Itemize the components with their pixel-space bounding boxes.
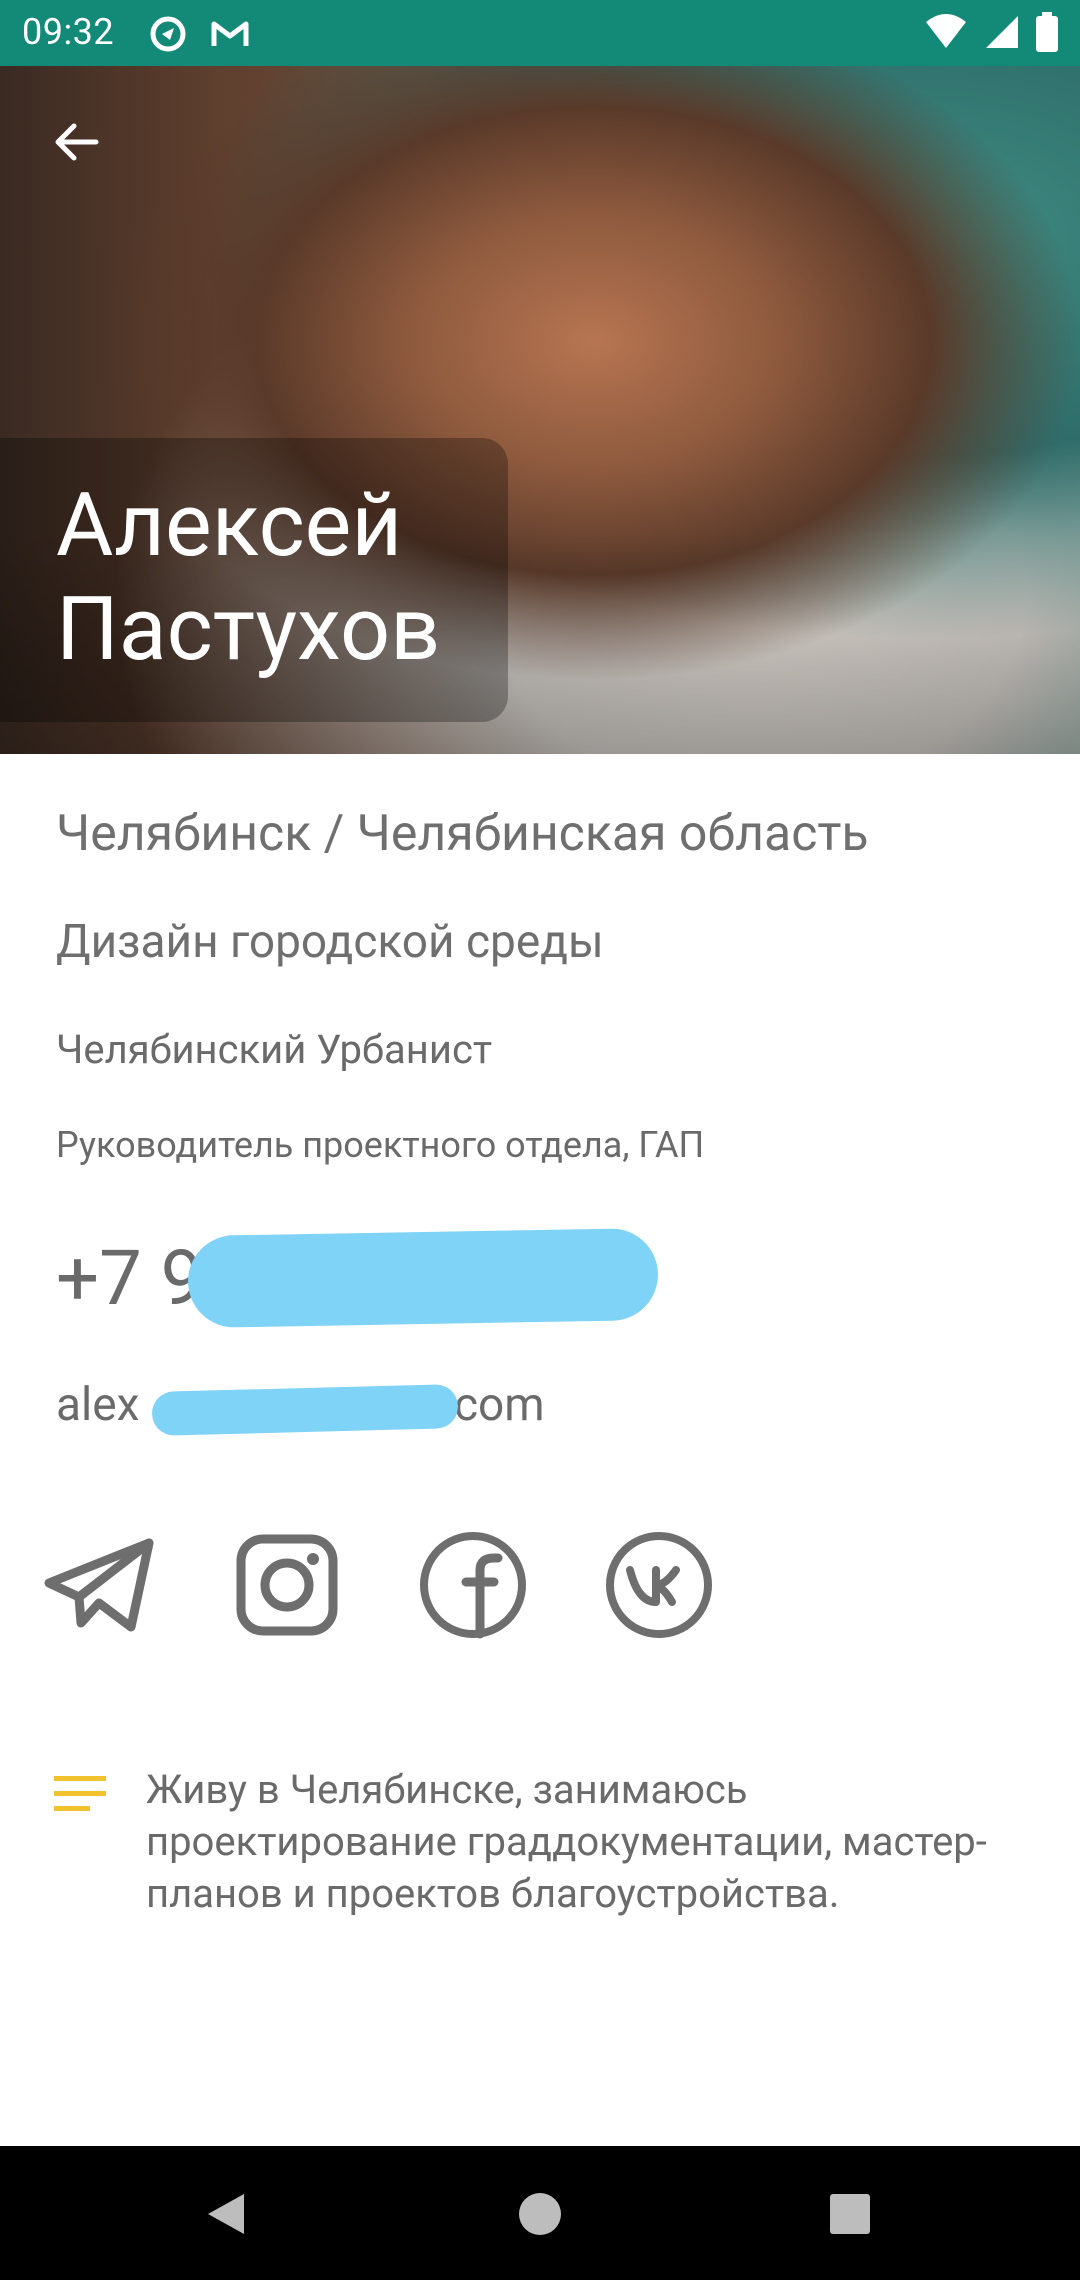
sync-icon xyxy=(146,12,190,56)
nav-back-button[interactable] xyxy=(196,2184,256,2244)
facebook-icon xyxy=(420,1532,526,1639)
field-text: Дизайн городской среды xyxy=(56,915,604,969)
profile-name: Алексей Пастухов xyxy=(56,474,441,681)
phone-redaction xyxy=(187,1227,659,1329)
signal-icon xyxy=(982,12,1022,56)
system-nav-bar xyxy=(0,2146,1080,2280)
gmail-icon xyxy=(208,12,252,56)
telegram-icon xyxy=(44,1538,154,1632)
about-lines-icon xyxy=(54,1774,106,1814)
profile-photo: Алексей Пастухов xyxy=(0,66,1080,754)
vk-icon xyxy=(606,1532,712,1638)
nav-recents-button[interactable] xyxy=(820,2184,880,2244)
battery-icon xyxy=(1036,12,1058,56)
email-visible-start: alex xyxy=(56,1378,140,1432)
arrow-back-icon xyxy=(55,123,99,161)
location-text: Челябинск / Челябинская область xyxy=(56,805,869,863)
company-text: Челябинский Урбанист xyxy=(56,1026,493,1073)
role-text: Руководитель проектного отдела, ГАП xyxy=(56,1124,705,1166)
back-button[interactable] xyxy=(44,110,108,174)
phone-visible-part: +7 9 xyxy=(56,1233,204,1323)
nav-home-button[interactable] xyxy=(510,2184,570,2244)
nav-home-icon xyxy=(519,2193,561,2235)
instagram-icon xyxy=(236,1534,338,1636)
instagram-button[interactable] xyxy=(232,1530,342,1640)
telegram-button[interactable] xyxy=(40,1530,162,1640)
facebook-button[interactable] xyxy=(416,1530,530,1640)
status-bar: 09:32 xyxy=(0,0,1080,66)
wifi-icon xyxy=(924,12,968,56)
email-redaction xyxy=(151,1384,459,1436)
status-right-icons xyxy=(924,12,1058,56)
vk-button[interactable] xyxy=(602,1530,716,1640)
status-time: 09:32 xyxy=(22,11,115,53)
nav-back-icon xyxy=(208,2194,244,2234)
about-text: Живу в Челябинске, занимаюсь проектирова… xyxy=(146,1766,987,1917)
phone-number[interactable]: +7 9 xyxy=(56,1230,203,1326)
nav-recents-icon xyxy=(830,2194,870,2234)
